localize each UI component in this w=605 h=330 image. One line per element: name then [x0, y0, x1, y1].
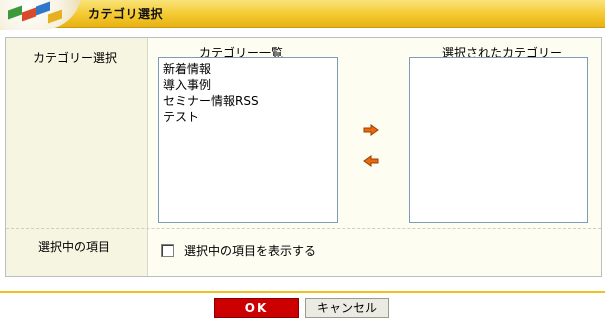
- cancel-button[interactable]: キャンセル: [305, 298, 389, 318]
- arrow-right-icon[interactable]: [363, 124, 379, 136]
- category-option[interactable]: 新着情報: [159, 61, 337, 77]
- arrow-left-icon[interactable]: [363, 155, 379, 167]
- category-listbox[interactable]: 新着情報 導入事例 セミナー情報RSS テスト: [158, 57, 338, 223]
- selected-category-listbox[interactable]: [409, 57, 588, 223]
- show-selected-checkbox-label: 選択中の項目を表示する: [184, 244, 317, 258]
- show-selected-option[interactable]: 選択中の項目を表示する: [161, 242, 316, 259]
- category-select-label: カテゴリー選択: [33, 51, 118, 65]
- page-title: カテゴリ選択: [88, 7, 164, 21]
- category-option[interactable]: テスト: [159, 109, 337, 125]
- show-selected-checkbox[interactable]: [161, 244, 174, 257]
- header-bar: カテゴリ選択: [0, 0, 605, 30]
- footer-divider: [0, 291, 605, 293]
- category-option[interactable]: 導入事例: [159, 77, 337, 93]
- ok-button[interactable]: OK: [214, 298, 299, 318]
- row-divider: [6, 228, 601, 229]
- selected-items-label: 選択中の項目: [38, 240, 111, 254]
- category-panel: カテゴリー選択 選択中の項目 カテゴリー一覧 選択されたカテゴリー 新着情報 導…: [5, 37, 602, 277]
- logo-icon: [0, 0, 82, 30]
- category-option[interactable]: セミナー情報RSS: [159, 93, 337, 109]
